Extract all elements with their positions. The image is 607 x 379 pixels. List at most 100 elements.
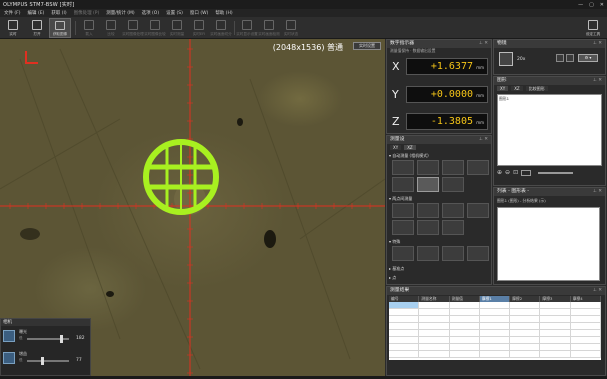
exposure-row: 曝光 低 182: [3, 328, 90, 350]
results-table[interactable]: [389, 302, 601, 360]
live-efi-button[interactable]: 实时EFI: [188, 18, 210, 38]
load-button[interactable]: 载入: [78, 18, 100, 38]
zoom-in-icon[interactable]: ⊕: [497, 169, 502, 176]
y-value: +0.0000: [430, 89, 473, 100]
measure-tab-xy[interactable]: XY: [390, 145, 402, 150]
tool-two-point-c[interactable]: [442, 203, 464, 218]
objective-settings-button[interactable]: ⚙ ▾: [578, 54, 598, 62]
exposure-slider-knob[interactable]: [60, 335, 64, 343]
tool-arc[interactable]: [467, 160, 489, 175]
zoom-out-icon[interactable]: ⊖: [505, 169, 510, 176]
shape-tab-compare[interactable]: 比较图形: [525, 86, 548, 91]
acquire-image-button[interactable]: 获取图像: [49, 18, 71, 38]
menu-image-processing[interactable]: 图像处理 (P): [74, 10, 100, 16]
grid-icon[interactable]: [521, 169, 532, 176]
results-row[interactable]: [389, 330, 601, 337]
menu-edit[interactable]: 编辑 (E): [28, 10, 45, 16]
results-cell: [540, 302, 571, 308]
tool-two-point-d[interactable]: [467, 203, 489, 218]
live-button[interactable]: 实时: [2, 18, 24, 38]
tool-special-c[interactable]: [442, 246, 464, 261]
list-area[interactable]: [497, 207, 600, 281]
tool-two-point-g[interactable]: [442, 220, 464, 235]
objective-option-button[interactable]: [566, 54, 574, 62]
results-cell: [540, 323, 571, 329]
measure-tabs: XY XZ: [387, 144, 491, 151]
results-cell: [450, 309, 480, 315]
menu-settings[interactable]: 设置 (S): [166, 10, 183, 16]
list-title: 列表 - 图形表 - ⊥ ✕: [494, 188, 605, 196]
section-special[interactable]: ▾ 特殊: [389, 239, 400, 245]
maximize-button[interactable]: ▢: [589, 2, 594, 8]
gain-slider[interactable]: [27, 360, 69, 362]
tool-radius[interactable]: [442, 177, 464, 192]
exposure-sub: 低: [19, 336, 23, 340]
results-cell: [389, 330, 420, 336]
menu-acquire[interactable]: 获取 (I): [51, 10, 66, 16]
section-reference[interactable]: ▸ 基准点: [389, 266, 404, 272]
shape-tab-xz[interactable]: XZ: [511, 86, 523, 91]
shape-tabs: XY XZ 比较图形: [494, 85, 605, 92]
minimize-button[interactable]: —: [578, 2, 583, 8]
menu-file[interactable]: 文件 (F): [4, 10, 21, 16]
dro-panel: 数字指示器 ⊥ ✕ 测量值保持 · 数据输出设置 X +1.6377 mm Y +…: [386, 39, 492, 134]
live-compare-button[interactable]: 实时图像比较: [144, 18, 166, 38]
menu-window[interactable]: 窗口 (W): [190, 10, 208, 16]
tool-line[interactable]: [417, 160, 439, 175]
tool-special-d[interactable]: [467, 246, 489, 261]
window-controls: — ▢ ✕: [578, 0, 604, 9]
close-button[interactable]: ✕: [600, 2, 604, 8]
tool-distance[interactable]: [392, 177, 414, 192]
measure-title: 测量设 ⊥ ✕: [387, 136, 491, 144]
tool-angle[interactable]: [417, 177, 439, 192]
results-row[interactable]: [389, 351, 601, 358]
menu-measure[interactable]: 测量/统计 (M): [106, 10, 134, 16]
live-measure-button[interactable]: 实时测量: [166, 18, 188, 38]
fit-icon[interactable]: ⊡: [513, 169, 518, 176]
open-button[interactable]: 打开: [26, 18, 48, 38]
tool-special-a[interactable]: [392, 246, 414, 261]
results-cell: [510, 309, 541, 315]
section-two-point[interactable]: ▾ 两点间测量: [389, 196, 412, 202]
measure-tab-xz[interactable]: XZ: [404, 145, 416, 150]
menu-options[interactable]: 选项 (O): [142, 10, 159, 16]
live-detect-button[interactable]: 实时画面检测: [258, 18, 280, 38]
pin-icon[interactable]: ⊥ ✕: [479, 40, 488, 48]
tool-point[interactable]: [392, 160, 414, 175]
live-status-button[interactable]: 实时状态: [280, 18, 302, 38]
tool-circle[interactable]: [442, 160, 464, 175]
section-auto-measure[interactable]: ▾ 自动测量 (相机模式): [389, 153, 429, 159]
pin-icon[interactable]: ⊥ ✕: [593, 77, 602, 85]
camera-control-title: 相机: [1, 319, 90, 326]
live-processing-button[interactable]: 实时图像处理: [122, 18, 144, 38]
shape-canvas[interactable]: 图形1: [497, 94, 602, 166]
live-settings-button[interactable]: 实时设置: [353, 42, 381, 50]
results-row[interactable]: [389, 337, 601, 344]
section-point[interactable]: ▸ 点: [389, 275, 396, 281]
shape-zoom-slider[interactable]: [538, 171, 574, 174]
results-row[interactable]: [389, 302, 601, 309]
tool-two-point-e[interactable]: [392, 220, 414, 235]
pin-icon[interactable]: ⊥ ✕: [593, 40, 602, 48]
list-row[interactable]: 图形1 (图形) - 分析结果 (示): [494, 196, 605, 204]
tool-two-point-b[interactable]: [417, 203, 439, 218]
pin-icon[interactable]: ⊥ ✕: [479, 136, 488, 144]
shape-tab-xy[interactable]: XY: [497, 86, 509, 91]
live-split-button[interactable]: 实时画面切分: [210, 18, 232, 38]
pin-icon[interactable]: ⊥ ✕: [593, 188, 602, 196]
results-row[interactable]: [389, 344, 601, 351]
results-row[interactable]: [389, 316, 601, 323]
gain-slider-knob[interactable]: [40, 357, 44, 365]
menu-help[interactable]: 帮助 (H): [215, 10, 232, 16]
tool-two-point-f[interactable]: [417, 220, 439, 235]
objective-option-button[interactable]: [556, 54, 564, 62]
title-bar: OLYMPUS STM7-BSW [实时] — ▢ ✕: [0, 0, 607, 9]
live-display-button[interactable]: 实时显示设置: [236, 18, 258, 38]
compare-button[interactable]: 比较: [100, 18, 122, 38]
tool-two-point-a[interactable]: [392, 203, 414, 218]
pin-icon[interactable]: ⊥ ✕: [593, 287, 602, 295]
setting-tool-button[interactable]: 设定工具: [582, 18, 604, 38]
results-row[interactable]: [389, 323, 601, 330]
results-row[interactable]: [389, 309, 601, 316]
tool-special-b[interactable]: [417, 246, 439, 261]
